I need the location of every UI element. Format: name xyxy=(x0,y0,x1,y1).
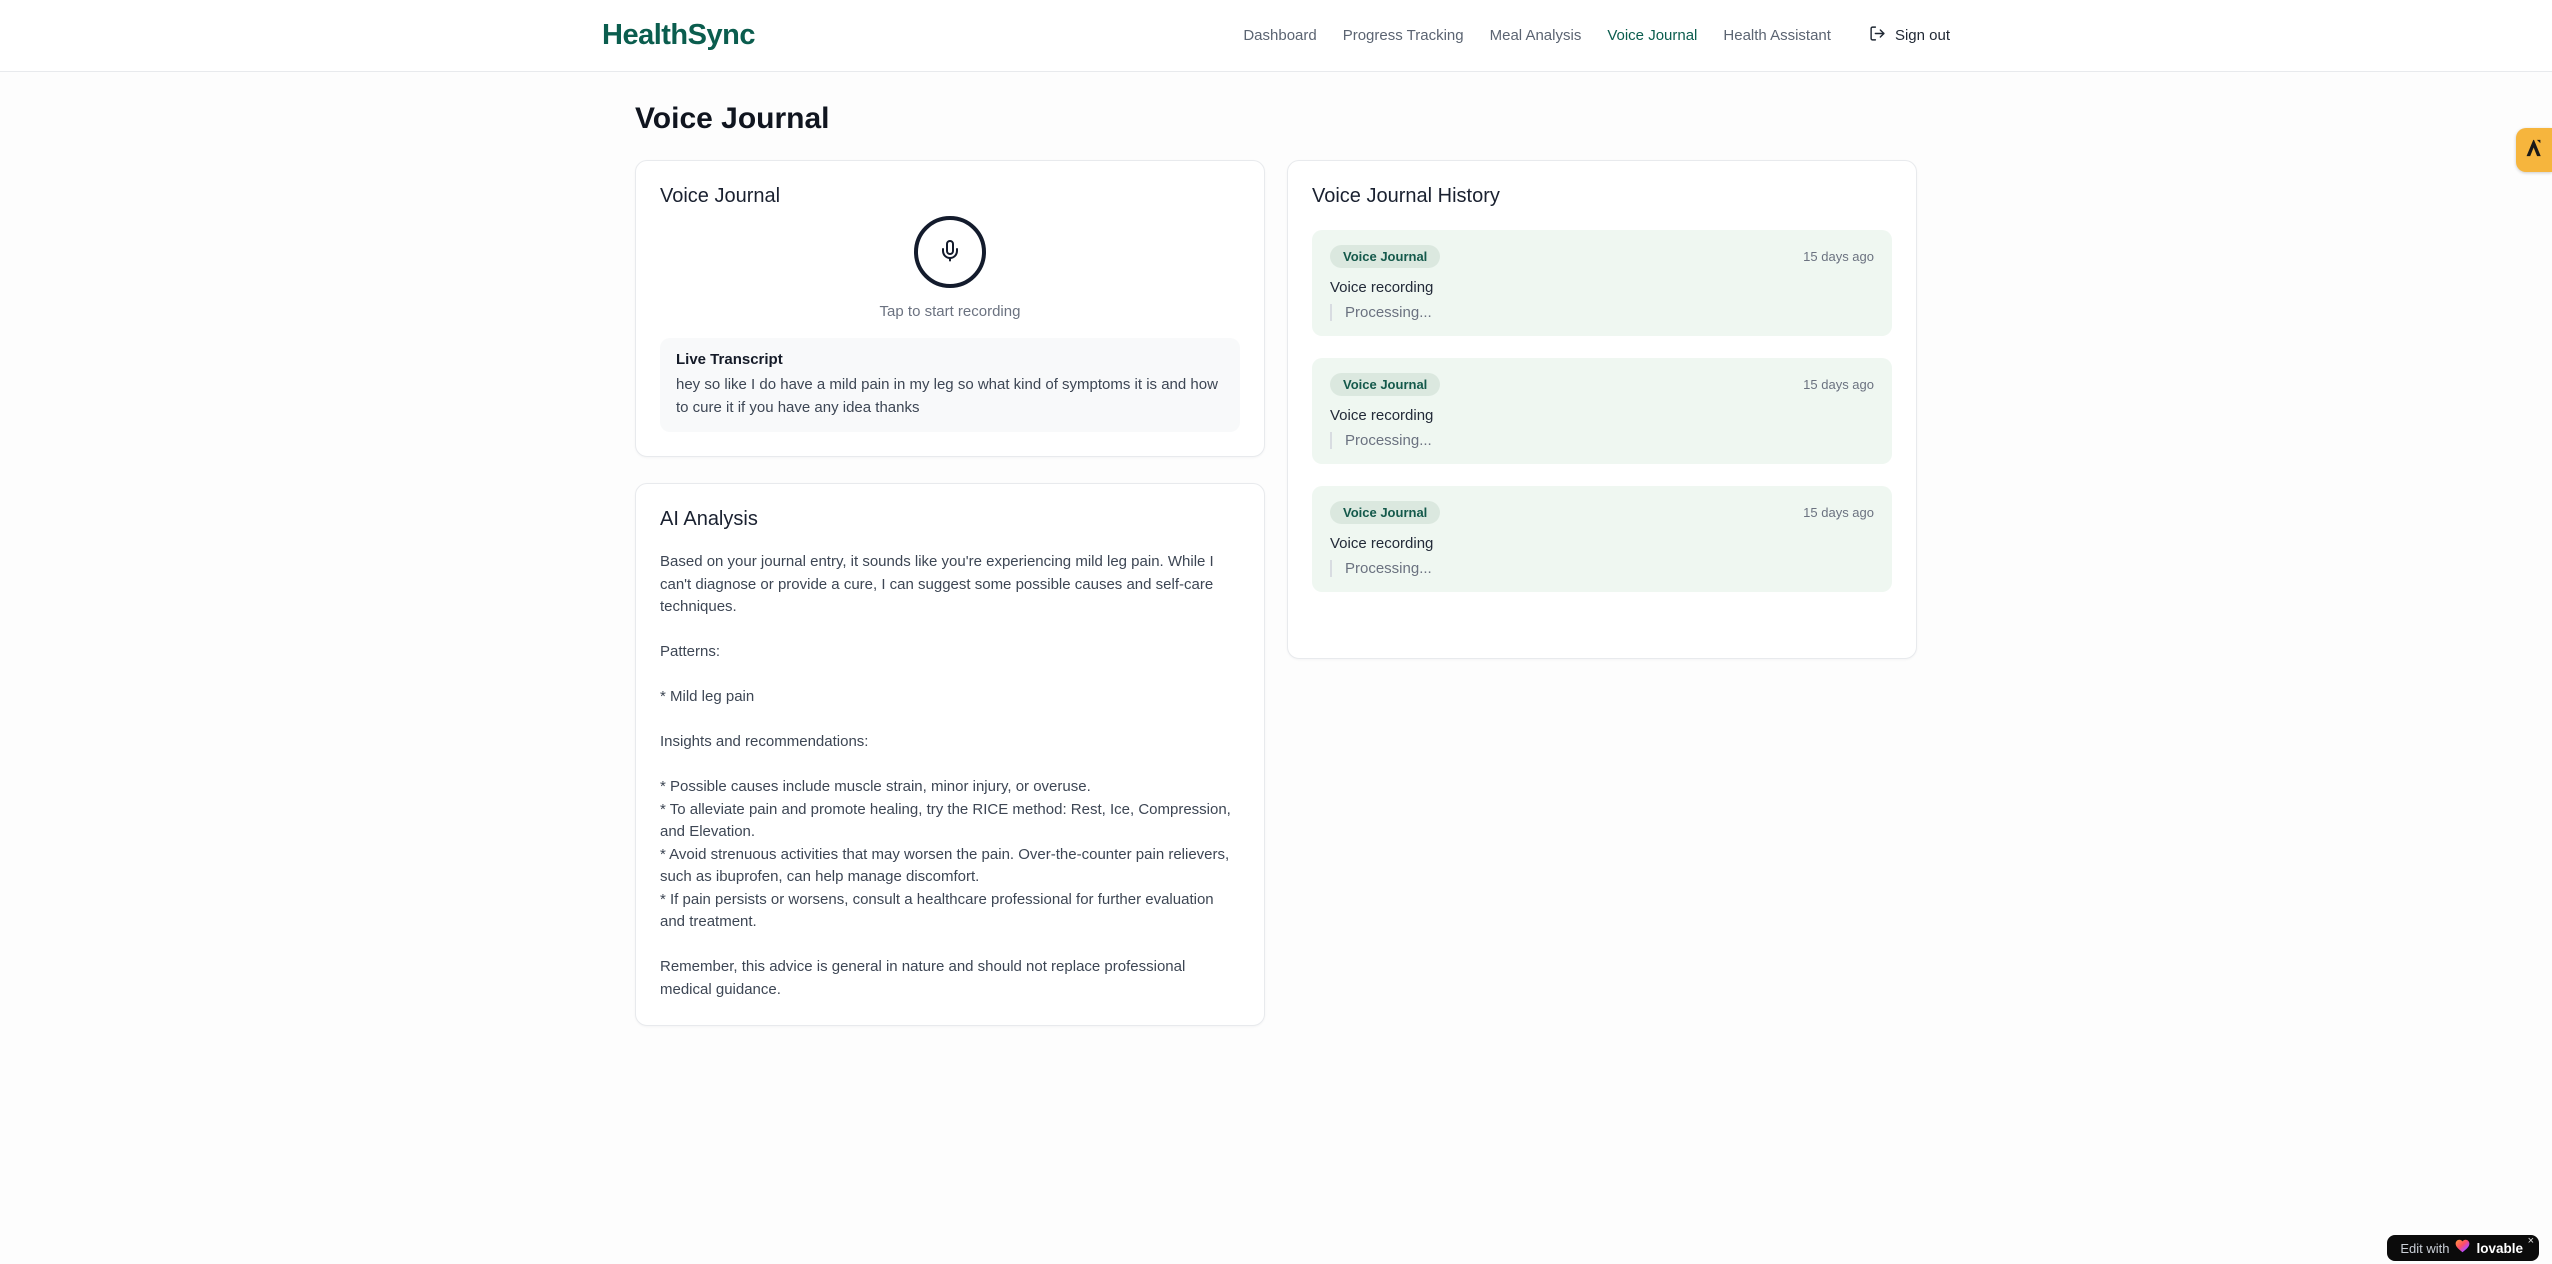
sign-out-label: Sign out xyxy=(1894,27,1950,44)
microphone-icon xyxy=(938,239,962,266)
close-lovable-badge-button[interactable]: × xyxy=(2528,1236,2534,1247)
history-list: Voice Journal 15 days ago Voice recordin… xyxy=(1312,230,1892,592)
ai-analysis-card: AI Analysis Based on your journal entry,… xyxy=(635,483,1265,1026)
live-transcript-box: Live Transcript hey so like I do have a … xyxy=(660,338,1240,432)
entry-title: Voice recording xyxy=(1330,407,1434,424)
edit-with-lovable-badge[interactable]: Edit with lovable xyxy=(2387,1235,2539,1261)
ai-analysis-body: Based on your journal entry, it sounds l… xyxy=(660,553,1231,998)
main-nav: Dashboard Progress Tracking Meal Analysi… xyxy=(1243,25,1950,46)
page-title: Voice Journal xyxy=(635,102,830,135)
nav-item-voice-journal[interactable]: Voice Journal xyxy=(1607,27,1697,44)
nav-item-meal-analysis[interactable]: Meal Analysis xyxy=(1490,27,1582,44)
brand-logo[interactable]: HealthSync xyxy=(602,19,755,52)
entry-timestamp: 15 days ago xyxy=(1803,505,1874,520)
entry-timestamp: 15 days ago xyxy=(1803,377,1874,392)
logout-icon xyxy=(1869,25,1886,46)
main-content: Voice Journal Voice Journal Tap to start… xyxy=(635,72,1917,1026)
history-entry: Voice Journal 15 days ago Voice recordin… xyxy=(1312,486,1892,592)
amber-a-icon xyxy=(2524,137,2544,164)
nav-item-progress-tracking[interactable]: Progress Tracking xyxy=(1343,27,1464,44)
history-entry: Voice Journal 15 days ago Voice recordin… xyxy=(1312,358,1892,464)
edit-with-label: Edit with xyxy=(2400,1240,2450,1256)
lovable-heart-icon xyxy=(2455,1239,2470,1258)
record-button[interactable] xyxy=(914,216,986,288)
voice-journal-history-card: Voice Journal History Voice Journal 15 d… xyxy=(1287,160,1917,659)
entry-status: Processing... xyxy=(1330,560,1874,577)
entry-status: Processing... xyxy=(1330,304,1874,321)
entry-type-badge: Voice Journal xyxy=(1330,501,1441,524)
history-card-title: Voice Journal History xyxy=(1312,185,1500,207)
recorder-card-title: Voice Journal xyxy=(660,185,781,207)
live-transcript-text: hey so like I do have a mild pain in my … xyxy=(676,376,1218,416)
tap-to-record-hint: Tap to start recording xyxy=(879,303,1021,320)
top-header: HealthSync Dashboard Progress Tracking M… xyxy=(0,0,2552,72)
sign-out-button[interactable]: Sign out xyxy=(1869,25,1950,46)
live-transcript-label: Live Transcript xyxy=(676,351,783,368)
nav-item-dashboard[interactable]: Dashboard xyxy=(1243,27,1316,44)
ai-analysis-title: AI Analysis xyxy=(660,508,758,530)
entry-title: Voice recording xyxy=(1330,535,1434,552)
entry-timestamp: 15 days ago xyxy=(1803,249,1874,264)
entry-type-badge: Voice Journal xyxy=(1330,245,1441,268)
entry-title: Voice recording xyxy=(1330,279,1434,296)
lovable-wordmark: lovable xyxy=(2476,1240,2523,1256)
entry-type-badge: Voice Journal xyxy=(1330,373,1441,396)
nav-item-health-assistant[interactable]: Health Assistant xyxy=(1723,27,1831,44)
history-entry: Voice Journal 15 days ago Voice recordin… xyxy=(1312,230,1892,336)
voice-recorder-card: Voice Journal Tap to start recording Liv… xyxy=(635,160,1265,457)
entry-status: Processing... xyxy=(1330,432,1874,449)
side-toolbar-badge[interactable] xyxy=(2516,128,2552,172)
